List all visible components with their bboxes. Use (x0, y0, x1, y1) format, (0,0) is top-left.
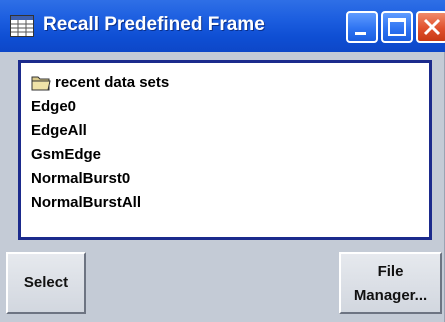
folder-icon (31, 76, 51, 91)
list-item[interactable]: EdgeAll (31, 119, 87, 143)
file-manager-label-line1: File (377, 263, 404, 280)
select-button[interactable]: Select (6, 252, 86, 314)
window-title: Recall Predefined Frame (43, 14, 265, 35)
frame-list[interactable]: recent data sets Edge0 EdgeAll GsmEdge N… (18, 60, 432, 240)
title-bar[interactable]: Recall Predefined Frame (0, 0, 445, 52)
file-manager-label-line2: Manager... (353, 287, 428, 304)
file-manager-button[interactable]: File Manager... (339, 252, 442, 314)
close-button[interactable] (416, 11, 445, 43)
list-item-label: recent data sets (55, 74, 170, 91)
maximize-icon (388, 18, 406, 36)
list-item[interactable]: NormalBurstAll (31, 191, 141, 215)
maximize-button[interactable] (381, 11, 413, 43)
minimize-icon (355, 32, 366, 35)
dialog-window: Recall Predefined Frame recent data sets… (0, 0, 445, 322)
list-item[interactable]: GsmEdge (31, 143, 101, 167)
list-item[interactable]: Edge0 (31, 95, 76, 119)
table-icon (10, 15, 34, 37)
minimize-button[interactable] (346, 11, 378, 43)
list-item[interactable]: NormalBurst0 (31, 167, 130, 191)
list-item-recent-data-sets[interactable]: recent data sets (31, 71, 169, 95)
close-icon (423, 18, 441, 36)
